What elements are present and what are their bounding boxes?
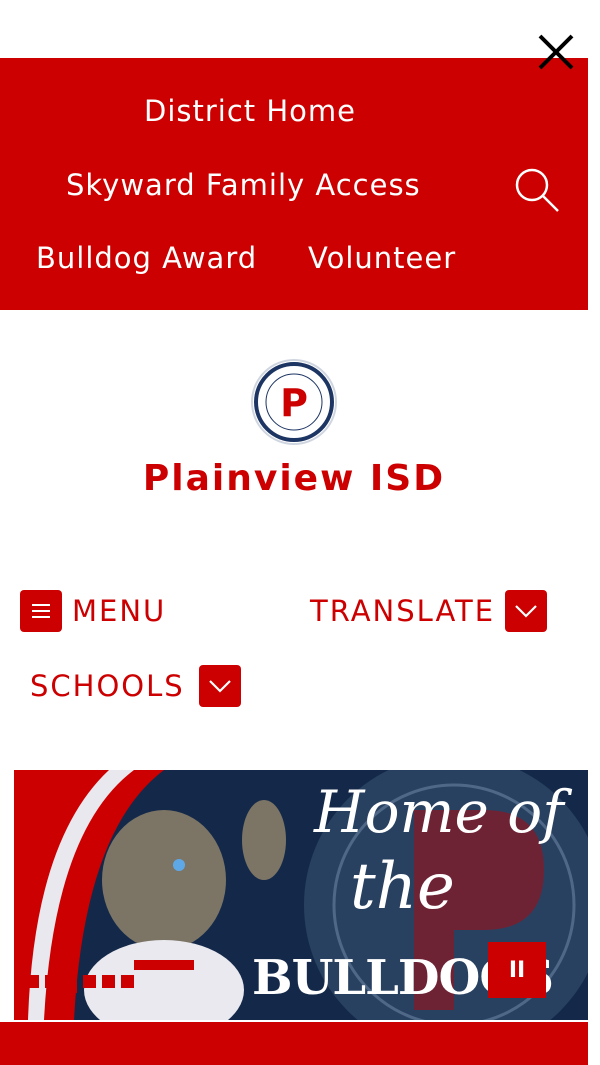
schools-dropdown[interactable]: SCHOOLS — [30, 665, 241, 707]
nav-link-skyward-family-access[interactable]: Skyward Family Access — [66, 168, 421, 202]
utility-nav: District Home Skyward Family Access Bull… — [0, 58, 588, 310]
translate-label: TRANSLATE — [310, 594, 496, 628]
slide-dot[interactable] — [121, 975, 134, 988]
banner-line-2: the — [350, 850, 455, 924]
site-title[interactable]: Plainview ISD — [0, 458, 588, 499]
schools-label: SCHOOLS — [30, 669, 185, 703]
menu-button[interactable]: MENU — [20, 590, 166, 632]
slide-indicators — [26, 975, 134, 993]
logo-letter: P — [280, 381, 308, 425]
slide-dot[interactable] — [64, 975, 77, 993]
chevron-down-icon — [198, 665, 241, 707]
nav-link-volunteer[interactable]: Volunteer — [308, 241, 456, 275]
close-icon — [538, 34, 574, 70]
pause-button[interactable]: II — [488, 942, 546, 998]
bottom-bar — [0, 1022, 588, 1065]
district-logo[interactable]: P — [250, 358, 338, 446]
slide-dot[interactable] — [83, 975, 96, 988]
close-button[interactable] — [532, 30, 578, 76]
search-button[interactable] — [512, 165, 562, 215]
chevron-down-icon — [505, 590, 548, 632]
slide-dot[interactable] — [45, 975, 58, 988]
slide-dot[interactable] — [26, 975, 39, 988]
nav-link-bulldog-award[interactable]: Bulldog Award — [36, 241, 257, 275]
menu-label: MENU — [72, 594, 167, 628]
search-icon — [515, 168, 559, 212]
slide-dot[interactable] — [102, 975, 115, 988]
nav-link-district-home[interactable]: District Home — [144, 94, 356, 128]
translate-dropdown[interactable]: TRANSLATE — [310, 590, 548, 632]
hamburger-icon — [20, 590, 62, 632]
banner-line-1: Home of — [314, 778, 564, 846]
pause-icon: II — [508, 957, 526, 983]
